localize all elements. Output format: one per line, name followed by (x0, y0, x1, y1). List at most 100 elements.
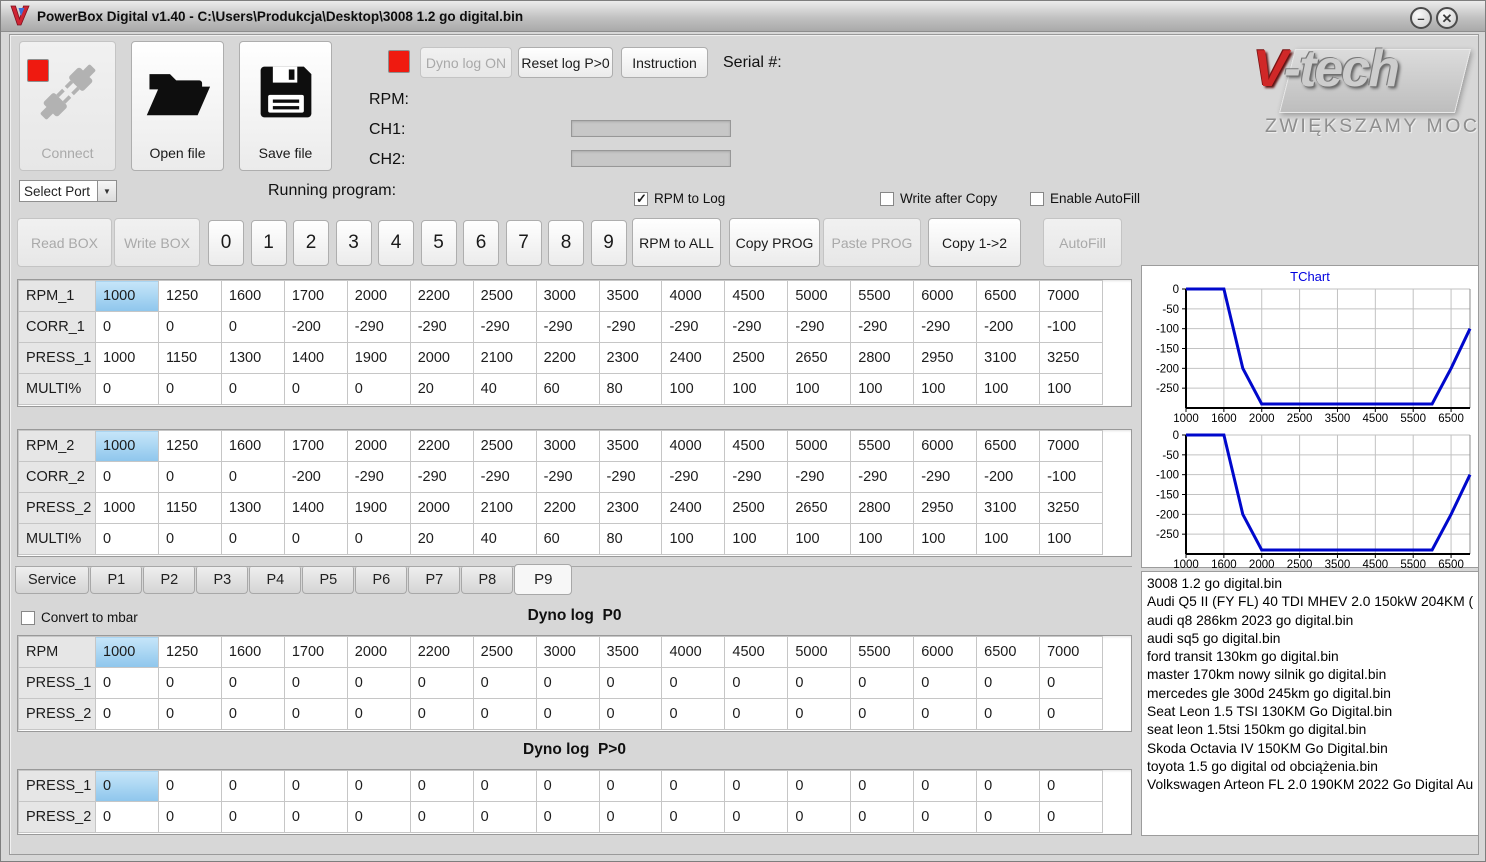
tab-p5[interactable]: P5 (302, 567, 355, 594)
cell[interactable]: 5500 (850, 430, 915, 462)
cell[interactable]: -200 (283, 461, 348, 493)
cell[interactable]: 100 (661, 373, 726, 405)
cell[interactable]: 0 (976, 801, 1041, 833)
cell[interactable]: 0 (913, 770, 978, 802)
cell[interactable]: 0 (472, 698, 537, 730)
cell[interactable]: 2950 (913, 492, 978, 524)
cell[interactable]: 0 (220, 698, 285, 730)
program-button-9[interactable]: 9 (590, 220, 627, 266)
cell[interactable]: 0 (787, 698, 852, 730)
cell[interactable]: 60 (535, 523, 600, 555)
cell[interactable]: 80 (598, 373, 663, 405)
minimize-button[interactable]: – (1410, 7, 1432, 29)
cell[interactable]: 60 (535, 373, 600, 405)
cell[interactable]: 2100 (472, 492, 537, 524)
cell[interactable]: 0 (724, 770, 789, 802)
cell[interactable]: -100 (1039, 311, 1103, 343)
cell[interactable]: 0 (409, 801, 474, 833)
cell[interactable]: 1700 (283, 280, 348, 312)
cell[interactable]: 100 (787, 373, 852, 405)
cell[interactable]: 0 (976, 698, 1041, 730)
cell[interactable]: 0 (95, 698, 159, 730)
cell[interactable]: 4500 (724, 280, 789, 312)
cell[interactable]: 0 (598, 698, 663, 730)
cell[interactable]: 0 (724, 698, 789, 730)
cell[interactable]: 0 (787, 667, 852, 699)
cell[interactable]: -290 (535, 311, 600, 343)
tab-service[interactable]: Service (15, 567, 90, 594)
cell[interactable]: 0 (220, 667, 285, 699)
cell[interactable]: 3100 (976, 342, 1041, 374)
cell[interactable]: 3100 (976, 492, 1041, 524)
file-item[interactable]: audi q8 286km 2023 go digital.bin (1147, 612, 1478, 630)
cell[interactable]: 0 (220, 770, 285, 802)
bin-file-list[interactable]: 3008 1.2 go digital.bin Audi Q5 II (FY FL… (1141, 571, 1479, 836)
cell[interactable]: 0 (95, 311, 159, 343)
cell[interactable]: 100 (976, 373, 1041, 405)
cell[interactable]: 6000 (913, 280, 978, 312)
cell[interactable]: 1900 (346, 342, 411, 374)
cell[interactable]: -200 (976, 461, 1041, 493)
cell[interactable]: 2650 (787, 342, 852, 374)
cell[interactable]: 0 (283, 373, 348, 405)
cell[interactable]: 100 (1039, 373, 1103, 405)
cell[interactable]: 5500 (850, 636, 915, 668)
cell[interactable]: 2500 (472, 636, 537, 668)
chevron-down-icon[interactable]: ▼ (97, 181, 116, 201)
tab-p2[interactable]: P2 (143, 567, 196, 594)
cell[interactable]: 0 (661, 801, 726, 833)
cell[interactable]: 0 (95, 373, 159, 405)
file-item[interactable]: mercedes gle 300d 245km go digital.bin (1147, 685, 1478, 703)
cell[interactable]: -290 (535, 461, 600, 493)
cell[interactable]: -290 (724, 311, 789, 343)
cell[interactable]: 5000 (787, 430, 852, 462)
tab-p6[interactable]: P6 (355, 567, 408, 594)
program-button-4[interactable]: 4 (378, 220, 414, 266)
cell[interactable]: 0 (346, 373, 411, 405)
cell[interactable]: 1250 (157, 280, 222, 312)
cell[interactable]: -290 (724, 461, 789, 493)
cell[interactable]: 0 (598, 770, 663, 802)
cell[interactable]: 0 (913, 801, 978, 833)
program-button-3[interactable]: 3 (335, 220, 372, 266)
cell[interactable]: 4000 (661, 280, 726, 312)
cell[interactable]: 1700 (283, 636, 348, 668)
program-button-0[interactable]: 0 (208, 220, 244, 266)
cell[interactable]: 0 (535, 667, 600, 699)
cell[interactable]: 0 (157, 373, 222, 405)
cell[interactable]: 1150 (157, 492, 222, 524)
cell[interactable]: 3000 (535, 430, 600, 462)
enable-autofill-checkbox[interactable]: Enable AutoFill (1030, 191, 1140, 206)
cell[interactable]: 0 (409, 698, 474, 730)
cell[interactable]: 100 (724, 373, 789, 405)
cell[interactable]: 2000 (409, 342, 474, 374)
cell[interactable]: 1900 (346, 492, 411, 524)
file-item[interactable]: Seat Leon 1.5 TSI 130KM Go Digital.bin (1147, 703, 1478, 721)
cell[interactable]: 2950 (913, 342, 978, 374)
cell[interactable]: 0 (850, 801, 915, 833)
cell[interactable]: 5000 (787, 280, 852, 312)
cell[interactable]: 0 (95, 523, 159, 555)
cell[interactable]: 3250 (1039, 342, 1103, 374)
cell[interactable]: 0 (283, 770, 348, 802)
cell[interactable]: 0 (283, 698, 348, 730)
cell[interactable]: 7000 (1039, 636, 1103, 668)
cell[interactable]: 0 (661, 667, 726, 699)
title-bar[interactable]: PowerBox Digital v1.40 - C:\Users\Produk… (1, 1, 1485, 32)
cell[interactable]: 0 (535, 770, 600, 802)
program-button-7[interactable]: 7 (505, 220, 542, 266)
cell[interactable]: 3000 (535, 636, 600, 668)
cell[interactable]: 0 (157, 770, 222, 802)
cell[interactable]: 0 (724, 801, 789, 833)
file-item[interactable]: Skoda Octavia IV 150KM Go Digital.bin (1147, 740, 1478, 758)
cell[interactable]: 1150 (157, 342, 222, 374)
cell[interactable]: 80 (598, 523, 663, 555)
cell[interactable]: 1000 (95, 492, 159, 524)
cell[interactable]: -290 (661, 311, 726, 343)
cell[interactable]: 2400 (661, 342, 726, 374)
file-item[interactable]: 3008 1.2 go digital.bin (1147, 575, 1478, 593)
cell[interactable]: 0 (976, 667, 1041, 699)
checkbox-box[interactable] (1030, 191, 1044, 206)
cell[interactable]: 2500 (724, 342, 789, 374)
cell[interactable]: 1000 (95, 342, 159, 374)
